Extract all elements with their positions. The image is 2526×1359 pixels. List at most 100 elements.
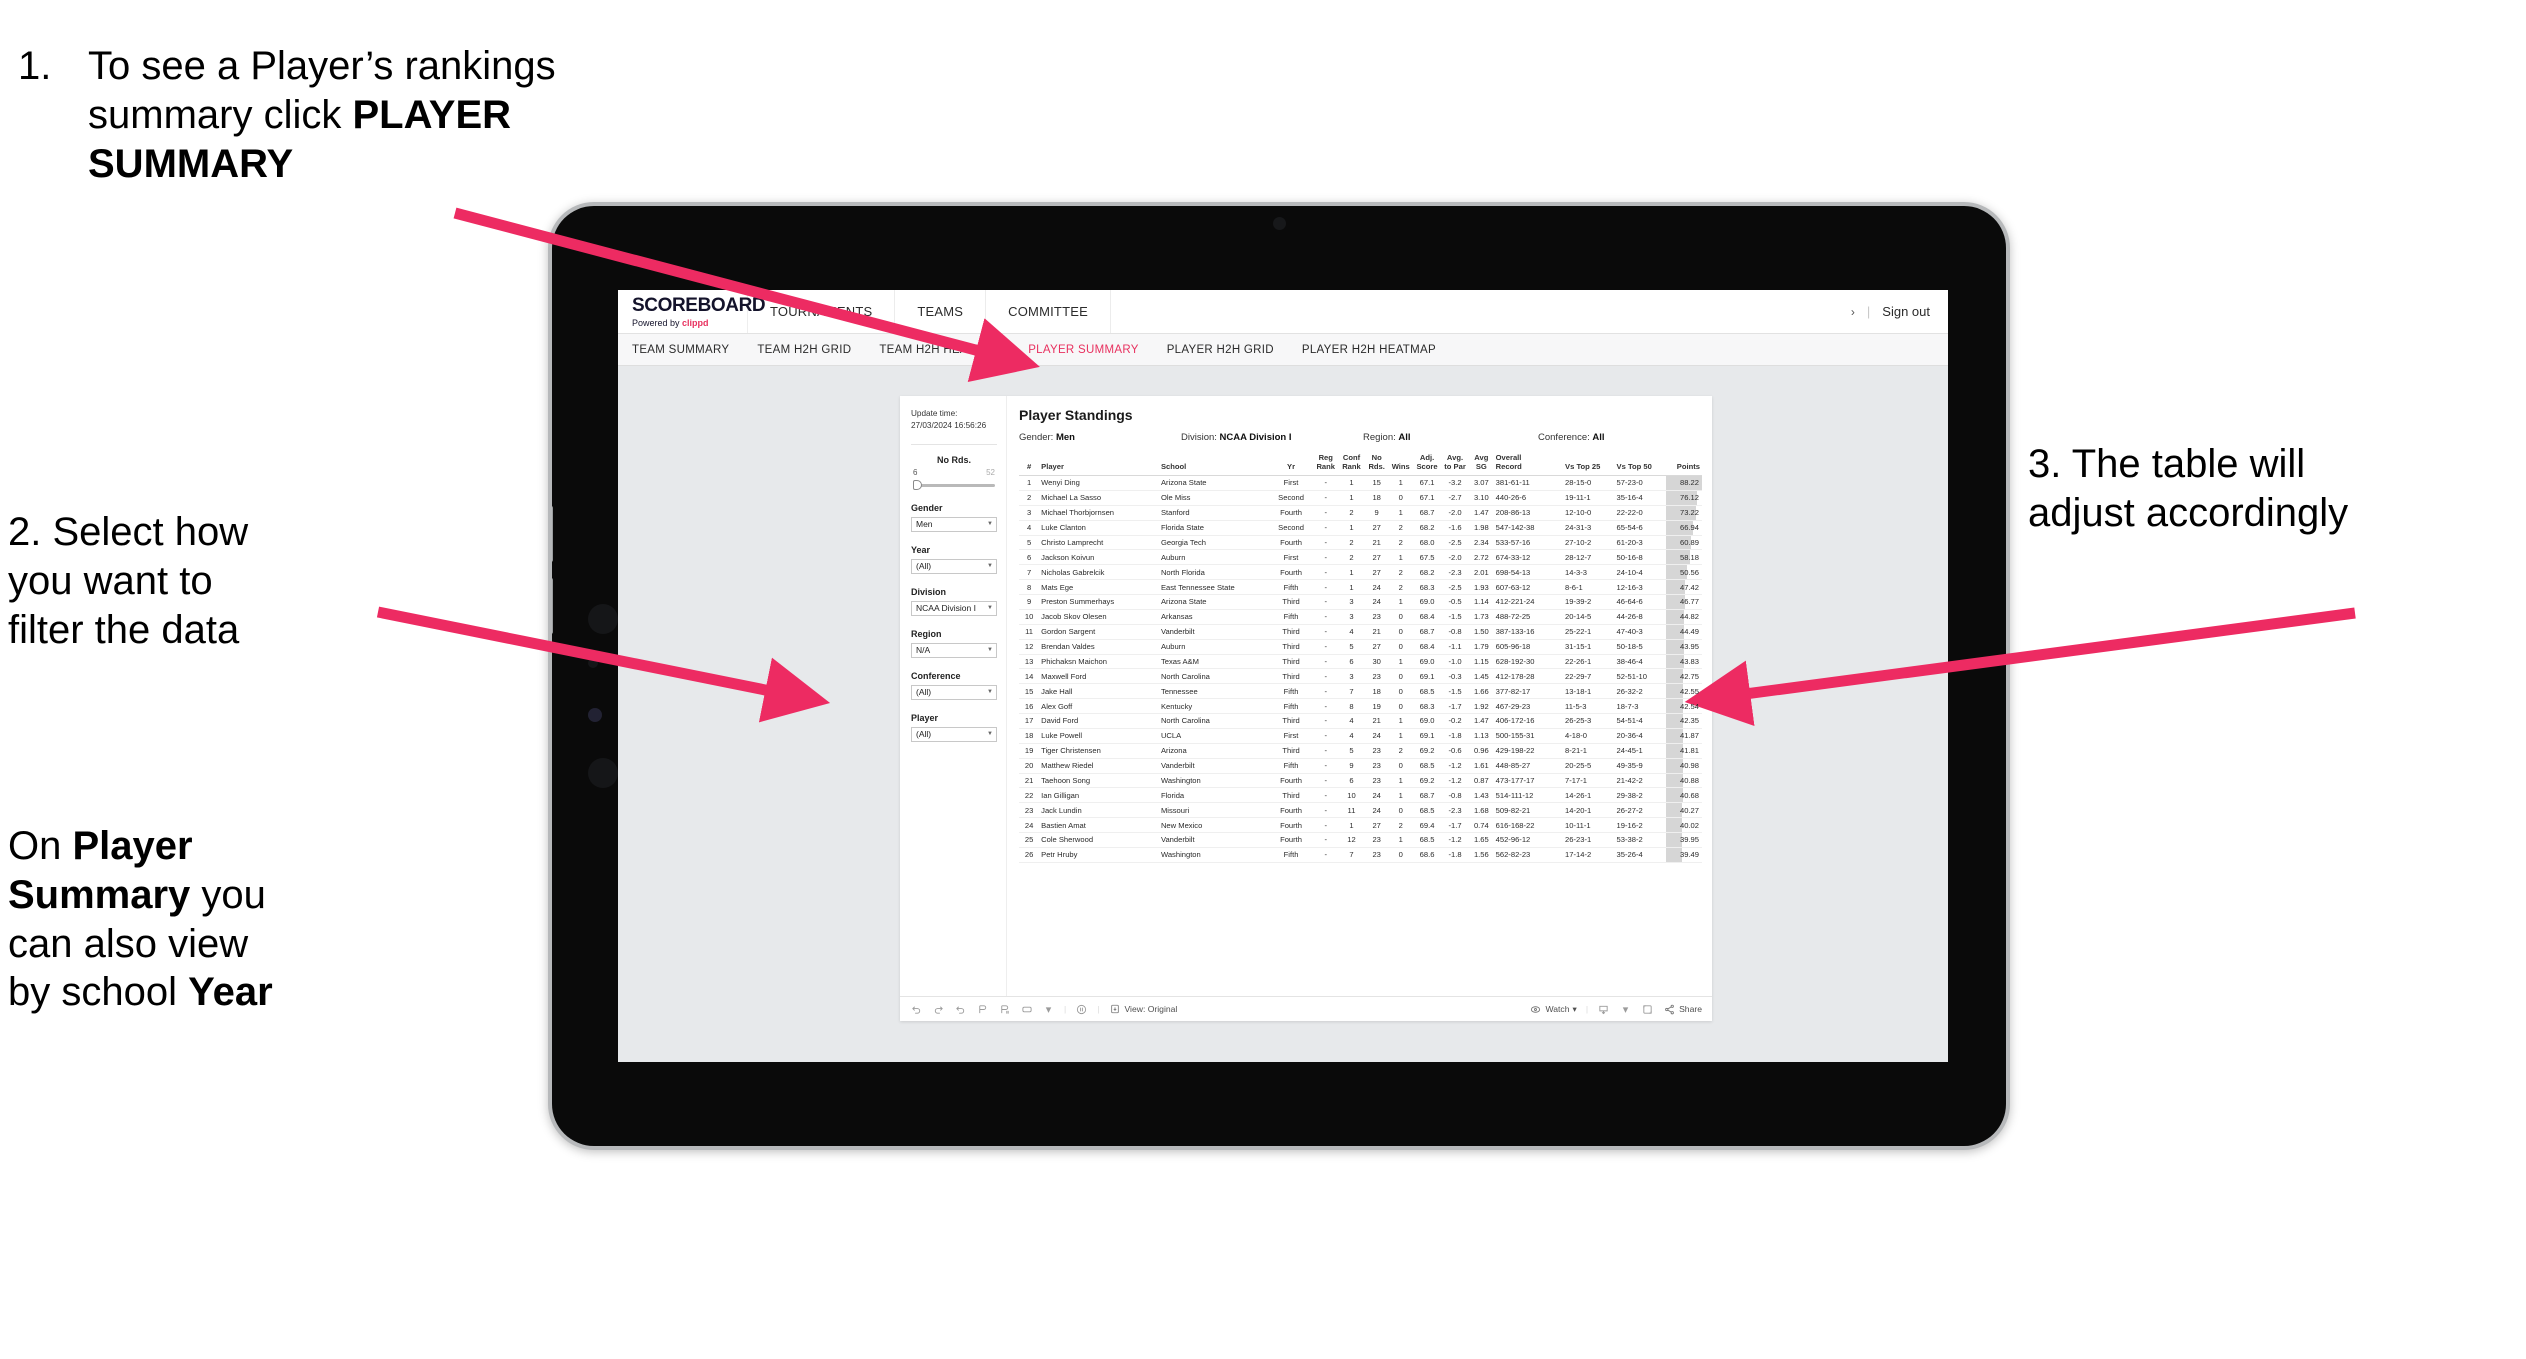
table-row[interactable]: 5 Christo Lamprecht Georgia Tech Fourth -2 21… bbox=[1019, 535, 1702, 551]
chevron-down-icon: ▼ bbox=[987, 521, 993, 528]
table-row[interactable]: 19 Tiger Christensen Arizona Third -5 23 2 69.2… bbox=[1019, 743, 1702, 759]
no-rounds-min: 6 bbox=[913, 467, 918, 477]
cell-vs-top-25: 26-23-1 bbox=[1563, 832, 1615, 848]
col-header-wins[interactable]: Wins bbox=[1388, 454, 1414, 476]
nav-tournaments[interactable]: TOURNAMENTS bbox=[748, 290, 896, 333]
division-select[interactable]: NCAA Division I ▼ bbox=[911, 600, 997, 616]
cell-overall-record: 533-57-16 bbox=[1493, 535, 1564, 551]
tab-player-h2h-heatmap[interactable]: PLAYER H2H HEATMAP bbox=[1302, 344, 1436, 356]
cell-vs-top-25: 19-11-1 bbox=[1563, 490, 1615, 506]
col-header-no-rds[interactable]: No Rds. bbox=[1364, 453, 1389, 476]
conference-select[interactable]: (All) ▼ bbox=[911, 684, 997, 700]
tab-team-summary[interactable]: TEAM SUMMARY bbox=[632, 344, 729, 356]
device-layout-caret-icon[interactable]: ▾ bbox=[1042, 1003, 1055, 1016]
table-row[interactable]: 16 Alex Goff Kentucky Fifth -8 19 0 68.3 -1.7 1.9… bbox=[1019, 698, 1702, 714]
cell-vs-top-25: 10-11-1 bbox=[1563, 817, 1615, 833]
callout-2b-line-3: can also view bbox=[8, 921, 249, 966]
col-header-avg-sg[interactable]: Avg SG bbox=[1469, 453, 1494, 476]
col-header-adj-score[interactable]: Adj. Score bbox=[1413, 453, 1442, 476]
table-row[interactable]: 24 Bastien Amat New Mexico Fourth -1 27 2 69.4-… bbox=[1019, 817, 1702, 833]
pause-auto-update-icon[interactable] bbox=[998, 1003, 1011, 1016]
slider-handle[interactable] bbox=[913, 479, 922, 490]
cell-rank: 8 bbox=[1019, 579, 1040, 595]
region-select[interactable]: N/A ▼ bbox=[911, 642, 997, 658]
player-select[interactable]: (All) ▼ bbox=[911, 726, 997, 742]
cell-reg-rank: - bbox=[1313, 505, 1339, 521]
col-header-reg-rank[interactable]: Reg Rank bbox=[1313, 453, 1339, 476]
download-caret-icon[interactable]: ▾ bbox=[1619, 1003, 1632, 1016]
revert-icon[interactable] bbox=[954, 1003, 967, 1016]
col-header-avg-to-par[interactable]: Avg. to Par bbox=[1441, 453, 1470, 476]
table-row[interactable]: 8 Mats Ege East Tennessee State Fifth -1 24 2 6… bbox=[1019, 579, 1702, 595]
no-rounds-slider[interactable] bbox=[911, 479, 997, 490]
table-row[interactable]: 25 Cole Sherwood Vanderbilt Fourth -12 23 1 68.… bbox=[1019, 832, 1702, 848]
table-row[interactable]: 22 Ian Gilligan Florida Third -10 24 1 68.7 -0.8… bbox=[1019, 787, 1702, 804]
led-indicator-icon bbox=[588, 708, 602, 722]
table-row[interactable]: 14 Maxwell Ford North Carolina Third -3 23 0 69… bbox=[1019, 668, 1702, 685]
redo-icon[interactable] bbox=[932, 1003, 945, 1016]
cell-vs-top-50: 57-23-0 bbox=[1614, 475, 1667, 491]
table-row[interactable]: 2 Michael La Sasso Ole Miss Second -1 18 0 67.1… bbox=[1019, 490, 1702, 506]
refresh-data-icon[interactable] bbox=[976, 1003, 989, 1016]
cell-vs-top-50: 61-20-3 bbox=[1614, 535, 1667, 551]
table-row[interactable]: 12 Brendan Valdes Auburn Third -5 27 0 68.4 -1.1… bbox=[1019, 639, 1702, 655]
col-header-school[interactable]: School bbox=[1158, 454, 1269, 476]
col-header-vs-top-50[interactable]: Vs Top 50 bbox=[1614, 454, 1667, 476]
cell-points: 50.56 bbox=[1666, 564, 1702, 581]
tab-team-h2h-heatmap[interactable]: TEAM H2H HEATMAP bbox=[879, 344, 1000, 356]
table-row[interactable]: 21 Taehoon Song Washington Fourth -6 23 1 69.2-… bbox=[1019, 773, 1702, 789]
table-row[interactable]: 17 David Ford North Carolina Third -4 21 1 69.0… bbox=[1019, 713, 1702, 729]
table-row[interactable]: 13 Phichaksn Maichon Texas A&M Third -6 30 1 69… bbox=[1019, 654, 1702, 670]
table-row[interactable]: 11 Gordon Sargent Vanderbilt Third -4 21 0 68.7… bbox=[1019, 624, 1702, 640]
view-original-button[interactable]: View: Original bbox=[1108, 1003, 1177, 1016]
col-header-yr[interactable]: Yr bbox=[1268, 454, 1314, 476]
table-row[interactable]: 3 Michael Thorbjornsen Stanford Fourth -2 9 1 6… bbox=[1019, 505, 1702, 521]
device-layout-icon[interactable] bbox=[1020, 1003, 1033, 1016]
points-value: 66.94 bbox=[1679, 523, 1699, 533]
cell-rank: 2 bbox=[1019, 490, 1040, 506]
sign-out-link[interactable]: Sign out bbox=[1882, 304, 1930, 319]
table-row[interactable]: 23 Jack Lundin Missouri Fourth -11 24 0 68.5 -2.… bbox=[1019, 802, 1702, 819]
tab-team-h2h-grid[interactable]: TEAM H2H GRID bbox=[757, 344, 851, 356]
cell-avg-sg: 1.66 bbox=[1469, 683, 1494, 700]
year-select[interactable]: (All) ▼ bbox=[911, 558, 997, 574]
table-row[interactable]: 18 Luke Powell UCLA First -4 24 1 69.1 -1.8 1.13 5… bbox=[1019, 728, 1702, 744]
share-button[interactable]: Share bbox=[1663, 1003, 1702, 1016]
table-row[interactable]: 26 Petr Hruby Washington Fifth -7 23 0 68.6 -1.8… bbox=[1019, 847, 1702, 863]
download-icon[interactable] bbox=[1597, 1003, 1610, 1016]
chevron-right-icon[interactable]: › bbox=[1851, 305, 1855, 319]
col-header-conf-rank[interactable]: Conf Rank bbox=[1338, 453, 1365, 476]
callout-3-line-1: 3. The table will bbox=[2028, 442, 2306, 486]
tab-player-h2h-grid[interactable]: PLAYER H2H GRID bbox=[1167, 344, 1274, 356]
watch-button[interactable]: Watch ▾ bbox=[1529, 1003, 1577, 1016]
nav-committee[interactable]: COMMITTEE bbox=[986, 290, 1111, 333]
callout-2b-line-2: Summary you bbox=[8, 872, 266, 917]
col-header-player[interactable]: Player bbox=[1039, 454, 1159, 476]
pause-icon[interactable] bbox=[1075, 1003, 1088, 1016]
table-row[interactable]: 7 Nicholas Gabrelcik North Florida Fourth -1… bbox=[1019, 564, 1702, 581]
col-header-[interactable]: # bbox=[1019, 454, 1040, 476]
col-header-vs-top-25[interactable]: Vs Top 25 bbox=[1563, 454, 1615, 476]
cell-school: Arkansas bbox=[1158, 609, 1269, 625]
cell-adj-score: 69.0 bbox=[1413, 654, 1442, 670]
col-header-points[interactable]: Points bbox=[1666, 454, 1702, 476]
fullscreen-icon[interactable] bbox=[1641, 1003, 1654, 1016]
table-row[interactable]: 1 Wenyi Ding Arizona State First -1 15 1 67.1 -3… bbox=[1019, 475, 1702, 491]
table-row[interactable]: 20 Matthew Riedel Vanderbilt Fifth -9 23 0 68.5… bbox=[1019, 758, 1702, 774]
scoreboard-logo[interactable]: SCOREBOARD Powered by clippd bbox=[618, 290, 766, 333]
tab-player-summary[interactable]: PLAYER SUMMARY bbox=[1028, 344, 1139, 356]
nav-teams[interactable]: TEAMS bbox=[895, 290, 987, 333]
cell-vs-top-25: 20-25-5 bbox=[1563, 758, 1615, 774]
table-row[interactable]: 4 Luke Clanton Florida State Second -1 27 2 68.… bbox=[1019, 520, 1702, 536]
table-row[interactable]: 15 Jake Hall Tennessee Fifth -7 18 0 68.5 -1.5 1.… bbox=[1019, 683, 1702, 700]
no-rounds-range: 6 52 bbox=[911, 468, 997, 480]
table-row[interactable]: 6 Jackson Koivun Auburn First -2 27 1 67.5 -2.0 2… bbox=[1019, 549, 1702, 566]
table-row[interactable]: 9 Preston Summerhays Arizona State Third -3 2… bbox=[1019, 594, 1702, 610]
cell-adj-score: 68.3 bbox=[1413, 698, 1442, 714]
callout-step-2: 2. Select how you want to filter the dat… bbox=[8, 508, 408, 654]
undo-icon[interactable] bbox=[910, 1003, 923, 1016]
gender-select[interactable]: Men ▼ bbox=[911, 516, 997, 532]
cell-points: 88.22 bbox=[1666, 475, 1702, 491]
table-row[interactable]: 10 Jacob Skov Olesen Arkansas Fifth -3 23 0 68.… bbox=[1019, 609, 1702, 625]
col-header-overall-record[interactable]: Overall Record bbox=[1493, 453, 1564, 476]
